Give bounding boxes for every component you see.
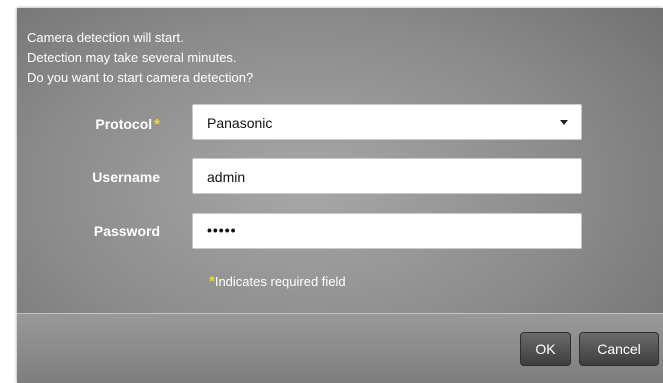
required-note-text: Indicates required field: [214, 274, 346, 289]
protocol-selected-value: Panasonic: [207, 115, 273, 131]
chevron-down-icon[interactable]: [560, 120, 568, 125]
cancel-button[interactable]: Cancel: [579, 332, 659, 366]
message-line-2: Detection may take several minutes.: [27, 50, 237, 65]
username-label: Username: [57, 169, 160, 185]
password-label-text: Password: [93, 223, 160, 239]
footer-divider: [17, 313, 663, 314]
username-value: admin: [207, 169, 246, 185]
password-masked-value: •••••: [207, 222, 237, 238]
message-line-1: Camera detection will start.: [27, 30, 184, 45]
password-label: Password: [57, 223, 160, 239]
password-input[interactable]: •••••: [192, 213, 582, 249]
protocol-select[interactable]: Panasonic: [192, 104, 582, 140]
required-star: *: [154, 116, 160, 133]
protocol-label: Protocol *: [57, 116, 160, 133]
camera-detection-dialog: Camera detection will start. Detection m…: [17, 8, 663, 383]
required-field-note: *Indicates required field: [209, 273, 346, 290]
username-label-text: Username: [92, 169, 160, 185]
username-input[interactable]: admin: [192, 158, 582, 194]
dialog-message: Camera detection will start. Detection m…: [27, 28, 253, 88]
ok-button[interactable]: OK: [520, 332, 571, 366]
protocol-label-text: Protocol: [95, 116, 153, 132]
message-line-3: Do you want to start camera detection?: [27, 70, 254, 85]
